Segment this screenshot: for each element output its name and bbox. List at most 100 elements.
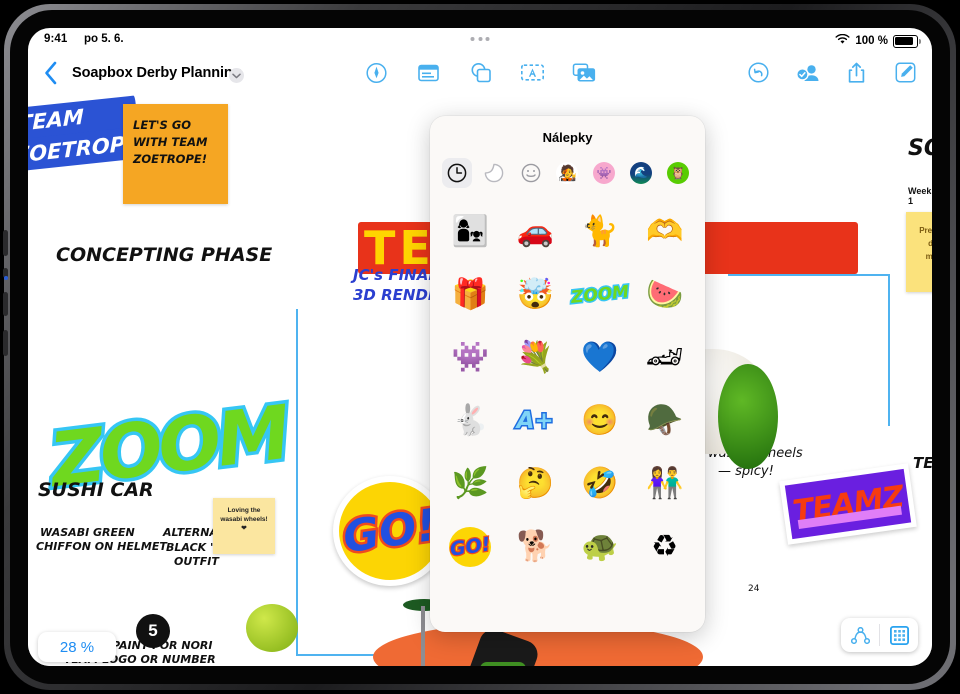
sticker-emoji: 🐇: [451, 403, 490, 437]
sticker-red-car[interactable]: 🚗: [503, 200, 568, 263]
battery-percent-label: 100 %: [855, 35, 888, 47]
volume-down-button[interactable]: [3, 330, 8, 356]
sticker-emoji: 💐: [516, 340, 554, 374]
sticker-art-label: GO!: [448, 532, 494, 562]
markup-tool[interactable]: [364, 60, 389, 85]
power-button[interactable]: [3, 292, 8, 316]
smiley-icon: [520, 162, 542, 184]
sticker-emoji: 🍉: [645, 277, 684, 311]
sticker-go-badge[interactable]: GO!: [438, 515, 503, 578]
sticker-family-photo[interactable]: 👩‍👧: [438, 200, 503, 263]
sticky-note-right-text: Preliminary design meeting: [919, 226, 932, 261]
sticky-note-right[interactable]: Preliminary design meeting: [906, 212, 932, 292]
teamz-sticker-inner: TEAMZ: [784, 468, 912, 540]
stickers-grid[interactable]: 👩‍👧 🚗 🐈 🫶 🎁 🤯 ZOOM 🍉 👾 💐 💙 🏎 🐇 A+ 😊 🪖 🌿 🤔 🤣 👫 GO! 🐕 🐢 ♻: [430, 196, 705, 632]
sticker-mind-blown-memoji[interactable]: 🤯: [503, 263, 568, 326]
volume-up-button[interactable]: [3, 230, 8, 256]
sticker-rofl-emoji[interactable]: 🤣: [568, 452, 633, 515]
sticker-watermelon[interactable]: 🍉: [632, 263, 697, 326]
sticker-cat[interactable]: 🐈: [568, 200, 633, 263]
sticker-tortoise[interactable]: 🐢: [568, 515, 633, 578]
sticker-flaming-race-car[interactable]: 🏎: [632, 326, 697, 389]
sticker-flower-bouquet[interactable]: 💐: [503, 326, 568, 389]
pink-app-icon: 👾: [593, 162, 616, 184]
status-date: po 5. 6.: [84, 33, 124, 45]
clock-icon: [446, 162, 468, 184]
collaborate-button[interactable]: [795, 60, 820, 85]
sticker-emoji: 🤔: [516, 466, 554, 500]
sticker-zoom-graffiti[interactable]: ZOOM: [568, 263, 633, 326]
right-toolbar: [746, 60, 918, 85]
zoom-level-indicator[interactable]: 28 %: [38, 632, 116, 662]
render-green-axle: [480, 662, 526, 666]
grid-mode-button[interactable]: [880, 618, 918, 652]
status-right-cluster: 100 %: [835, 32, 921, 50]
sticker-a-plus[interactable]: A+: [503, 389, 568, 452]
render-wasabi-blob: [246, 604, 298, 652]
sticker-dog-bandana[interactable]: 🐕: [503, 515, 568, 578]
stickers-popover-title: Nálepky: [542, 130, 593, 145]
center-toolbar: [364, 60, 597, 85]
sticker-gift-box[interactable]: 🎁: [438, 263, 503, 326]
car-number-badge: 5: [136, 614, 170, 648]
stickers-popover[interactable]: Nálepky: [430, 116, 705, 632]
sticker-emoji: 🫶: [645, 214, 684, 248]
sticky-note-yellow[interactable]: Loving the wasabi wheels! ❤: [213, 498, 275, 554]
back-button[interactable]: [44, 61, 64, 87]
tab-blue-app-pack[interactable]: 🌊: [626, 158, 656, 188]
sticker-thinking-memoji[interactable]: 🤔: [503, 452, 568, 515]
sticker-emoji: 🪖: [645, 403, 684, 437]
navigation-bar: Soapbox Derby Planning: [28, 54, 932, 94]
teamz-sticker-canvas[interactable]: TEAMZ: [779, 463, 917, 545]
note-wasabi-green-1: WASABI GREEN: [40, 526, 135, 539]
sticker-red-helmet[interactable]: 🪖: [632, 389, 697, 452]
status-bar: 9:41 po 5. 6. 100 %: [28, 28, 932, 54]
media-tool[interactable]: [572, 60, 597, 85]
sticker-blue-heart[interactable]: 💙: [568, 326, 633, 389]
multitasking-control[interactable]: [470, 37, 490, 41]
note-dimension-24: 24: [748, 584, 760, 594]
board-canvas[interactable]: TEAM ZOETROPE LET'S GO WITH TEAM ZOETROP…: [28, 94, 932, 666]
memoji-pack-icon: 🧑‍🎤: [556, 162, 579, 184]
sticker-monstera-leaf[interactable]: 🌿: [438, 452, 503, 515]
sticker-heart-hands[interactable]: 🫶: [632, 200, 697, 263]
tab-green-owl-pack[interactable]: 🦉: [663, 158, 693, 188]
sticker-peel-icon: [483, 162, 505, 184]
tab-recents[interactable]: [442, 158, 472, 188]
sticker-emoji: 🚗: [516, 214, 554, 248]
sticker-monster-mouth[interactable]: 👾: [438, 326, 503, 389]
sticker-emoji: 🏎: [645, 340, 684, 374]
sticker-art-label: A+: [515, 406, 555, 435]
render-stand-pole: [421, 606, 425, 666]
sticker-kid-photo[interactable]: 😊: [568, 389, 633, 452]
zoom-level-value: 28 %: [59, 638, 95, 656]
tab-pink-app-pack[interactable]: 👾: [589, 158, 619, 188]
tab-emoji[interactable]: [516, 158, 546, 188]
sticker-photo: 👩‍👧: [451, 214, 490, 248]
sticker-recycle[interactable]: ♻: [632, 515, 697, 578]
shapes-tool[interactable]: [468, 60, 493, 85]
sticky-note-yellow-text: Loving the wasabi wheels! ❤: [220, 507, 268, 532]
right-heading: SO: [908, 136, 932, 161]
compose-button[interactable]: [893, 60, 918, 85]
sticker-couple-photo[interactable]: 👫: [632, 452, 697, 515]
text-tool[interactable]: [520, 60, 545, 85]
share-button[interactable]: [844, 60, 869, 85]
sticker-art-label: ZOOM: [568, 280, 631, 309]
connector-mode-button[interactable]: [841, 618, 879, 652]
sticky-note-orange-text: LET'S GO WITH TEAM ZOETROPE!: [133, 118, 208, 166]
render-wasabi-wheel: [718, 364, 778, 469]
tab-stickers[interactable]: [479, 158, 509, 188]
blue-app-icon: 🌊: [630, 162, 653, 184]
sticker-rabbit[interactable]: 🐇: [438, 389, 503, 452]
chevron-down-icon[interactable]: [229, 68, 244, 83]
sticky-note-orange[interactable]: LET'S GO WITH TEAM ZOETROPE!: [123, 104, 228, 204]
form-tool[interactable]: [416, 60, 441, 85]
status-time: 9:41: [44, 33, 68, 45]
sticker-emoji: 🎁: [451, 277, 490, 311]
undo-button[interactable]: [746, 60, 771, 85]
tab-memoji-pack[interactable]: 🧑‍🎤: [552, 158, 582, 188]
sticker-emoji: 🤣: [581, 466, 619, 500]
tablet-device: 9:41 po 5. 6. 100 % Soapbox Derby Planni…: [0, 0, 960, 694]
sticker-emoji: 👾: [451, 340, 490, 374]
